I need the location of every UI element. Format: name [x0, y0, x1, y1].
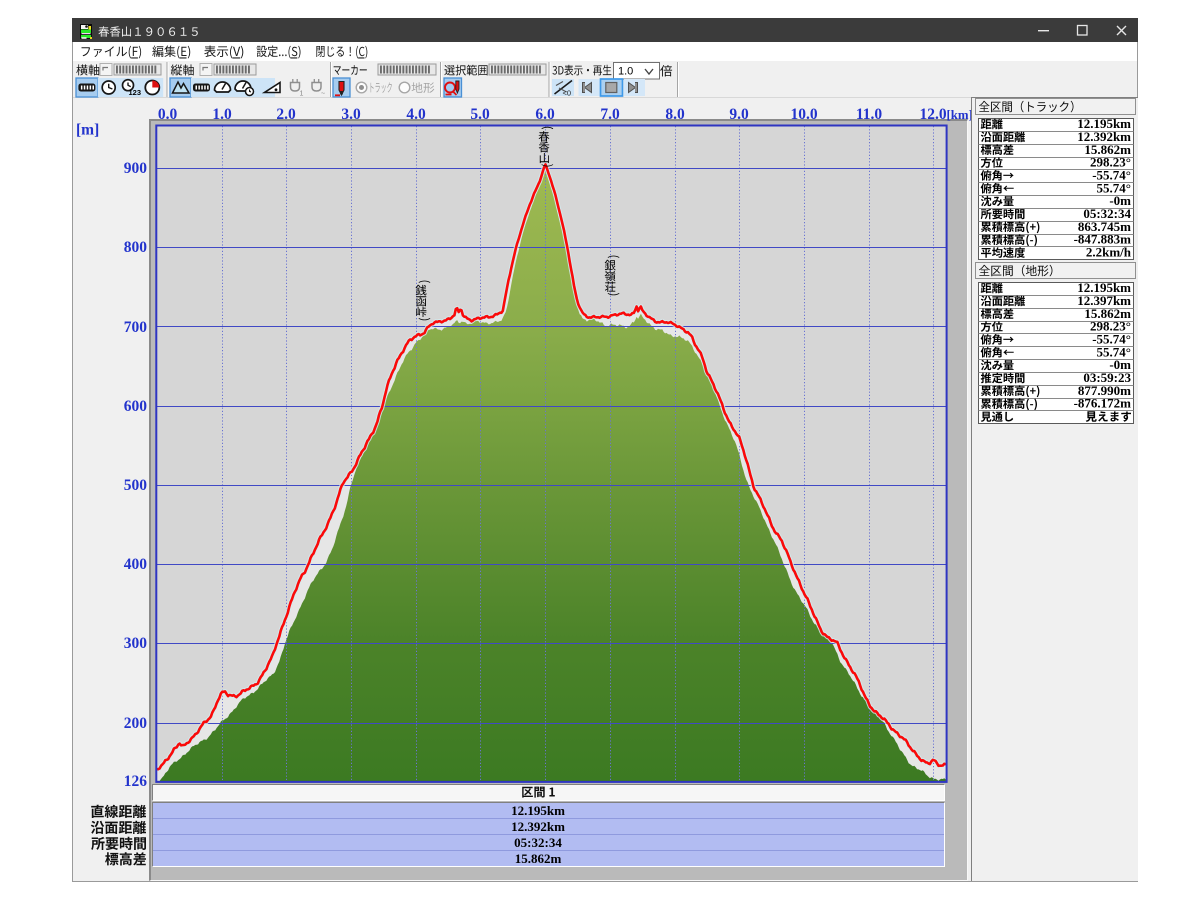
- svg-text:123: 123: [129, 88, 142, 97]
- svg-text:400: 400: [124, 556, 148, 573]
- svg-text:300: 300: [124, 635, 148, 652]
- svg-text:800: 800: [124, 239, 148, 256]
- svg-text:7.0: 7.0: [600, 106, 620, 123]
- svg-text:10.0: 10.0: [790, 106, 817, 123]
- svg-text:4.0: 4.0: [406, 106, 426, 123]
- svg-text:[km]: [km]: [947, 108, 973, 122]
- svg-text:~: ~: [321, 91, 325, 98]
- svg-text:600: 600: [124, 398, 148, 415]
- svg-text:9.0: 9.0: [729, 106, 749, 123]
- svg-text:-876.172m: -876.172m: [1074, 395, 1132, 410]
- svg-text:[m]: [m]: [76, 122, 99, 139]
- svg-text:0.0: 0.0: [158, 106, 178, 123]
- svg-text:6.0: 6.0: [535, 106, 555, 123]
- svg-text:2.2km/h: 2.2km/h: [1086, 245, 1132, 260]
- svg-text:1.0: 1.0: [618, 66, 633, 78]
- svg-text:900: 900: [124, 160, 148, 177]
- svg-text:12.0: 12.0: [919, 106, 946, 123]
- svg-text:1: 1: [300, 91, 304, 98]
- svg-text:<0: <0: [563, 89, 572, 98]
- svg-text:11.0: 11.0: [856, 106, 883, 123]
- svg-text:5.0: 5.0: [470, 106, 490, 123]
- svg-text:500: 500: [124, 477, 148, 494]
- svg-text:2.0: 2.0: [276, 106, 296, 123]
- svg-text:200: 200: [124, 715, 148, 732]
- svg-text:700: 700: [124, 319, 148, 336]
- svg-text:1.0: 1.0: [212, 106, 232, 123]
- svg-text:8.0: 8.0: [665, 106, 685, 123]
- svg-text:126: 126: [124, 773, 148, 790]
- svg-text:3.0: 3.0: [341, 106, 361, 123]
